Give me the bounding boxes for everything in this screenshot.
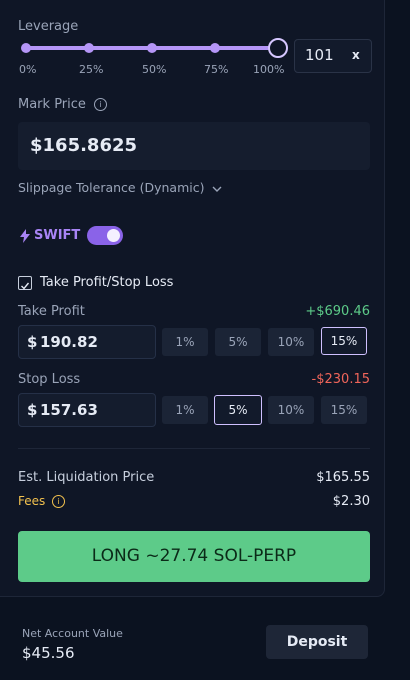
mark-price-value: $165.8625 (30, 135, 138, 156)
stop-loss-pnl: -$230.15 (311, 372, 370, 387)
info-icon[interactable]: i (52, 495, 66, 508)
leverage-tick-dot[interactable] (210, 43, 220, 53)
take-profit-5pct-button[interactable]: 5% (215, 328, 261, 356)
slippage-tolerance-dropdown[interactable]: Slippage Tolerance (Dynamic) (18, 180, 222, 196)
leverage-tick-dot[interactable] (84, 43, 94, 53)
long-button[interactable]: LONG ~27.74 SOL-PERP (18, 531, 370, 582)
stop-loss-1pct-button[interactable]: 1% (162, 396, 208, 424)
leverage-input[interactable]: 101 x (294, 39, 372, 73)
swift-label: SWIFT (34, 228, 81, 243)
mark-price-display: $165.8625 (18, 122, 370, 170)
leverage-value[interactable]: 101 (305, 46, 334, 64)
mark-price-label-text: Mark Price (18, 97, 86, 112)
leverage-multiplier-label: x (352, 48, 360, 62)
leverage-tick-label: 75% (204, 63, 229, 76)
tpsl-checkbox[interactable] (18, 276, 32, 290)
stop-loss-5pct-button[interactable]: 5% (214, 395, 262, 425)
leverage-tick-label: 0% (19, 63, 37, 76)
liquidation-price-value: $165.55 (316, 470, 370, 485)
lightning-icon (20, 228, 30, 247)
net-account-value-label: Net Account Value (22, 627, 123, 640)
chevron-down-icon (212, 181, 222, 196)
take-profit-input[interactable]: $ 190.82 (18, 325, 156, 359)
take-profit-10pct-button[interactable]: 10% (268, 328, 314, 356)
fees-value: $2.30 (332, 494, 370, 509)
stop-loss-currency: $ (27, 401, 38, 419)
stop-loss-15pct-button[interactable]: 15% (321, 396, 367, 424)
leverage-tick-label: 50% (142, 63, 167, 76)
deposit-button[interactable]: Deposit (266, 625, 368, 659)
take-profit-currency: $ (27, 333, 38, 351)
take-profit-pnl: +$690.46 (305, 304, 370, 319)
tpsl-label: Take Profit/Stop Loss (40, 275, 174, 290)
leverage-tick-dot[interactable] (147, 43, 157, 53)
mark-price-label: Mark Price i (18, 97, 108, 112)
swift-toggle-knob[interactable] (107, 229, 120, 242)
leverage-tick-label: 25% (79, 63, 104, 76)
slippage-label: Slippage Tolerance (Dynamic) (18, 180, 205, 195)
leverage-label: Leverage (18, 19, 79, 34)
stop-loss-value[interactable]: 157.63 (40, 401, 98, 419)
stop-loss-input[interactable]: $ 157.63 (18, 393, 156, 427)
info-icon[interactable]: i (94, 98, 108, 111)
net-account-value: $45.56 (22, 644, 75, 662)
divider (18, 448, 370, 449)
fees-label: Fees i (18, 494, 66, 508)
take-profit-1pct-button[interactable]: 1% (162, 328, 208, 356)
fees-label-text: Fees (18, 494, 46, 508)
leverage-tick-label: 100% (253, 63, 285, 76)
leverage-tick-dot[interactable] (21, 43, 31, 53)
take-profit-value[interactable]: 190.82 (40, 333, 98, 351)
order-panel: Leverage 0% 25% 50% 75% 100% 101 x Mark … (0, 0, 385, 597)
swift-toggle[interactable] (87, 226, 123, 245)
checkmark-icon (21, 282, 30, 290)
leverage-slider-thumb[interactable] (268, 38, 288, 58)
stop-loss-10pct-button[interactable]: 10% (268, 396, 314, 424)
take-profit-15pct-button[interactable]: 15% (321, 327, 367, 355)
take-profit-label: Take Profit (18, 304, 85, 319)
liquidation-price-label: Est. Liquidation Price (18, 470, 155, 485)
stop-loss-label: Stop Loss (18, 372, 81, 387)
